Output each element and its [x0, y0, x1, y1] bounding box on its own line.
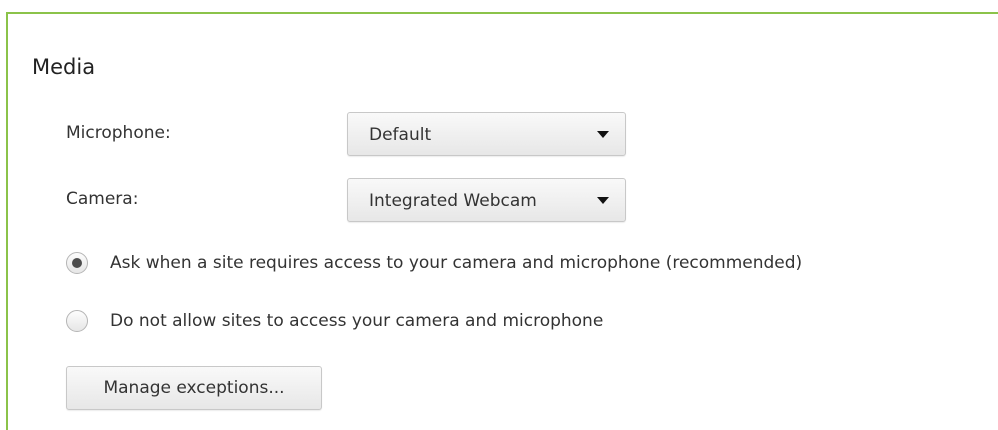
- radio-ask-permission-label: Ask when a site requires access to your …: [110, 253, 803, 273]
- microphone-select[interactable]: Default: [347, 112, 626, 156]
- radio-button-checked[interactable]: [66, 252, 88, 274]
- section-title-media: Media: [32, 55, 96, 79]
- camera-label: Camera:: [66, 189, 139, 209]
- camera-select-value: Integrated Webcam: [369, 191, 537, 211]
- radio-button-unchecked[interactable]: [66, 310, 88, 332]
- panel-border-top: [6, 12, 998, 14]
- settings-panel: Media Microphone: Default Camera: Integr…: [0, 0, 998, 430]
- chevron-down-icon: [597, 197, 609, 204]
- camera-select[interactable]: Integrated Webcam: [347, 178, 626, 222]
- microphone-label: Microphone:: [66, 123, 171, 143]
- panel-border-left: [6, 12, 8, 430]
- microphone-select-value: Default: [369, 125, 432, 145]
- chevron-down-icon: [597, 131, 609, 138]
- radio-deny-access-label: Do not allow sites to access your camera…: [110, 311, 604, 331]
- radio-dot-icon: [72, 258, 82, 268]
- manage-exceptions-button[interactable]: Manage exceptions...: [66, 366, 322, 410]
